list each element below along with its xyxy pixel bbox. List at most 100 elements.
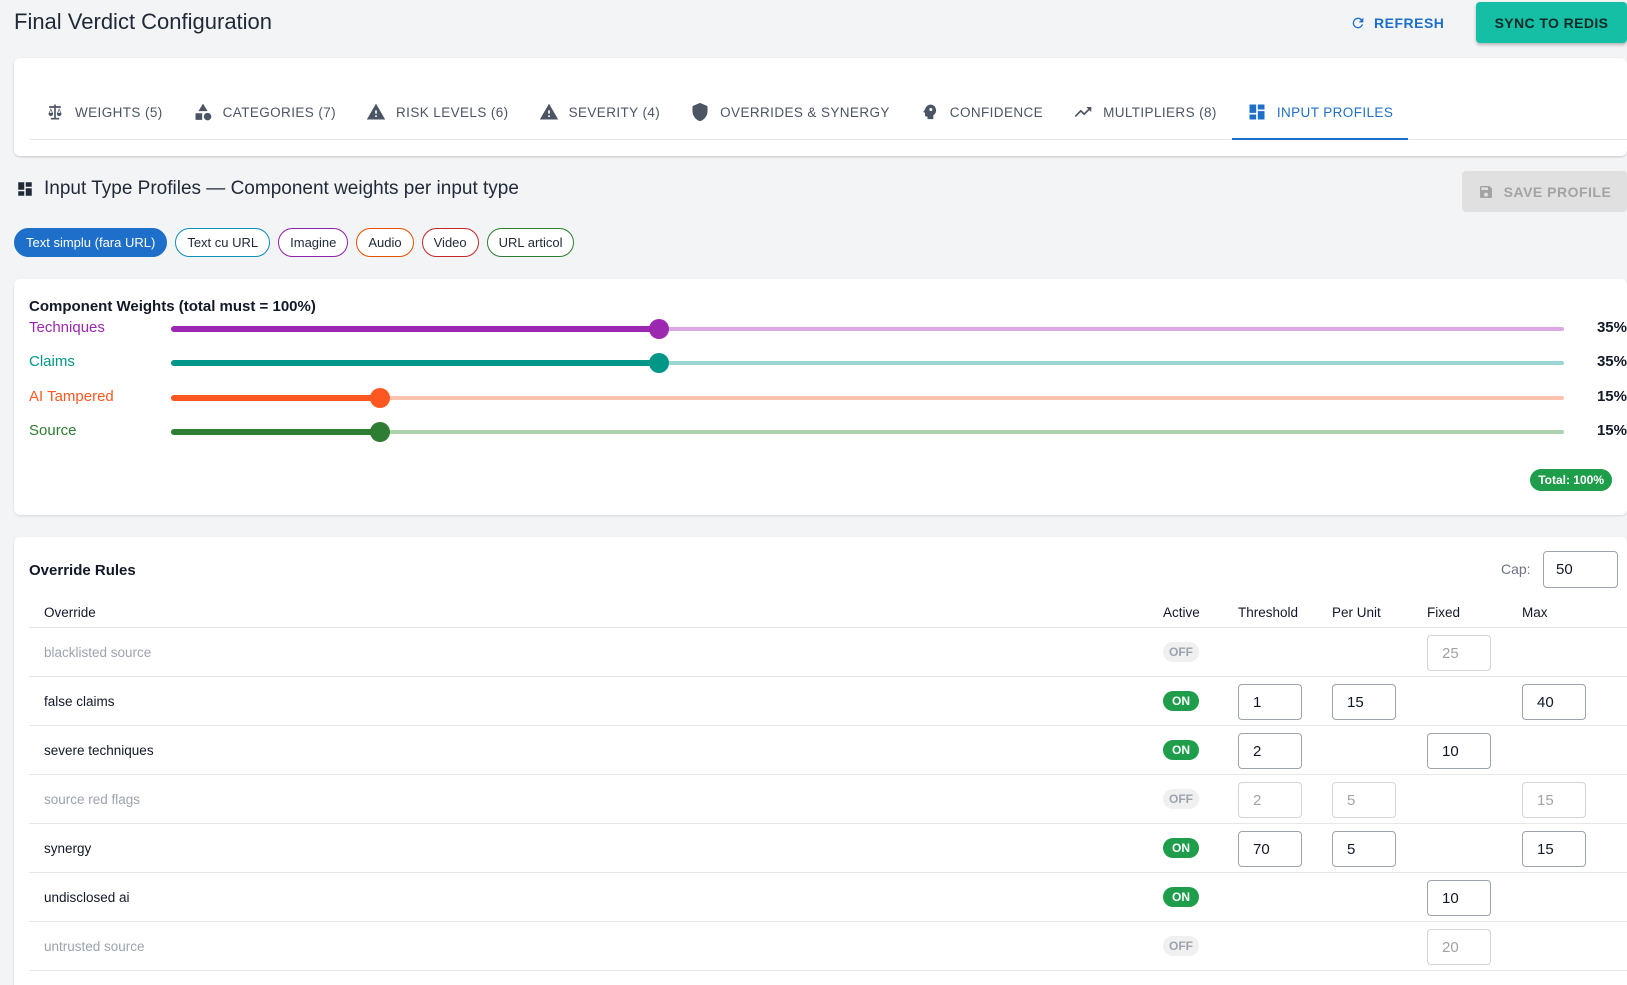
override-name: severe techniques <box>44 743 154 758</box>
slider-fill <box>171 429 380 435</box>
weight-slider-source[interactable] <box>171 422 1564 442</box>
weight-label: Claims <box>29 353 75 370</box>
slider-thumb[interactable] <box>369 388 390 408</box>
dashboard-icon <box>18 182 32 196</box>
max-input[interactable] <box>1522 782 1586 818</box>
profile-chip-imagine[interactable]: Imagine <box>278 228 349 257</box>
col-override: Override <box>44 605 96 620</box>
table-row: synergy ON <box>29 824 1627 873</box>
active-toggle[interactable]: ON <box>1163 740 1199 760</box>
per-unit-input[interactable] <box>1332 684 1396 720</box>
weight-slider-techniques[interactable] <box>171 319 1564 339</box>
sync-to-redis-button[interactable]: SYNC TO REDIS <box>1476 2 1627 43</box>
override-name: false claims <box>44 694 115 709</box>
section-title: Input Type Profiles — Component weights … <box>44 178 519 199</box>
active-toggle[interactable]: ON <box>1163 838 1199 858</box>
tab-risk-levels[interactable]: RISK LEVELS (6) <box>351 86 524 138</box>
total-badge: Total: 100% <box>1530 469 1612 491</box>
slider-thumb[interactable] <box>648 353 669 373</box>
active-toggle[interactable]: OFF <box>1163 642 1199 662</box>
weight-value: 35% <box>1596 353 1627 370</box>
slider-fill <box>171 360 659 366</box>
profile-chip-url-articol[interactable]: URL articol <box>486 228 575 257</box>
profile-chips: Text simplu (fara URL) Text cu URL Imagi… <box>14 228 575 257</box>
weight-row-techniques: Techniques 35% <box>29 317 1627 341</box>
warning-icon <box>366 103 386 120</box>
psychology-icon <box>923 104 936 120</box>
tab-input-profiles[interactable]: INPUT PROFILES <box>1231 86 1409 140</box>
max-input[interactable] <box>1522 684 1586 720</box>
override-name: undisclosed ai <box>44 890 130 905</box>
top-bar: Final Verdict Configuration REFRESH SYNC… <box>0 0 1627 44</box>
weight-slider-ai-tampered[interactable] <box>171 388 1564 408</box>
table-row: blacklisted source OFF <box>29 628 1627 677</box>
profile-chip-text-cu-url[interactable]: Text cu URL <box>175 228 271 257</box>
weight-label: Techniques <box>29 319 105 336</box>
scale-icon <box>48 104 62 120</box>
tabs-card: WEIGHTS (5) CATEGORIES (7) RISK LEVELS (… <box>14 58 1627 156</box>
per-unit-input[interactable] <box>1332 782 1396 818</box>
component-weights-card: Component Weights (total must = 100%) Te… <box>14 279 1627 515</box>
tab-multipliers[interactable]: MULTIPLIERS (8) <box>1058 86 1232 138</box>
threshold-input[interactable] <box>1238 684 1302 720</box>
weight-row-claims: Claims 35% <box>29 351 1627 375</box>
profile-chip-text-simplu[interactable]: Text simplu (fara URL) <box>14 228 168 257</box>
slider-fill <box>171 326 659 332</box>
table-header: Override Active Threshold Per Unit Fixed… <box>29 595 1627 628</box>
slider-thumb[interactable] <box>369 422 390 442</box>
shapes-icon <box>195 103 211 121</box>
col-fixed: Fixed <box>1427 605 1461 620</box>
per-unit-input[interactable] <box>1332 831 1396 867</box>
profile-chip-audio[interactable]: Audio <box>356 228 414 257</box>
refresh-button[interactable]: REFRESH <box>1350 10 1444 36</box>
fixed-input[interactable] <box>1427 733 1491 769</box>
fixed-input[interactable] <box>1427 929 1491 965</box>
col-active: Active <box>1163 605 1200 620</box>
threshold-input[interactable] <box>1238 831 1302 867</box>
refresh-icon <box>1352 17 1364 29</box>
fixed-input[interactable] <box>1427 880 1491 916</box>
tab-label: CATEGORIES (7) <box>222 104 337 120</box>
weight-row-ai-tampered: AI Tampered 15% <box>29 386 1627 410</box>
table-row: severe techniques ON <box>29 726 1627 775</box>
tab-categories[interactable]: CATEGORIES (7) <box>178 86 351 138</box>
weight-slider-claims[interactable] <box>171 353 1564 373</box>
cap-label: Cap: <box>1501 561 1531 577</box>
fixed-input[interactable] <box>1427 635 1491 671</box>
save-profile-button[interactable]: SAVE PROFILE <box>1462 171 1627 212</box>
component-weights-title: Component Weights (total must = 100%) <box>29 298 316 315</box>
active-toggle[interactable]: OFF <box>1163 789 1199 809</box>
max-input[interactable] <box>1522 831 1586 867</box>
tab-severity[interactable]: SEVERITY (4) <box>524 86 676 138</box>
threshold-input[interactable] <box>1238 733 1302 769</box>
weight-label: AI Tampered <box>29 388 114 405</box>
section-header: Input Type Profiles — Component weights … <box>16 178 519 200</box>
warning-icon <box>539 103 558 120</box>
weight-value: 35% <box>1596 319 1627 336</box>
tab-confidence[interactable]: CONFIDENCE <box>905 86 1058 138</box>
override-rules-card: Override Rules Cap: Override Active Thre… <box>14 537 1627 985</box>
trending-up-icon <box>1074 107 1092 117</box>
weight-value: 15% <box>1596 422 1627 439</box>
save-profile-label: SAVE PROFILE <box>1503 183 1612 200</box>
slider-thumb[interactable] <box>648 319 669 339</box>
tab-label: OVERRIDES & SYNERGY <box>720 104 890 120</box>
table-row: false claims ON <box>29 677 1627 726</box>
tab-label: SEVERITY (4) <box>568 104 661 120</box>
tab-label: INPUT PROFILES <box>1276 104 1394 120</box>
active-toggle[interactable]: OFF <box>1163 936 1199 956</box>
override-name: source red flags <box>44 792 141 807</box>
cap-input[interactable] <box>1543 551 1618 588</box>
override-name: blacklisted source <box>44 645 152 660</box>
tab-weights[interactable]: WEIGHTS (5) <box>30 86 178 138</box>
weight-label: Source <box>29 422 77 439</box>
profile-chip-video[interactable]: Video <box>421 228 479 257</box>
active-toggle[interactable]: ON <box>1163 887 1199 907</box>
col-per-unit: Per Unit <box>1332 605 1381 620</box>
save-icon <box>1479 185 1492 198</box>
tab-label: WEIGHTS (5) <box>75 104 163 120</box>
active-toggle[interactable]: ON <box>1163 691 1199 711</box>
tab-overrides-synergy[interactable]: OVERRIDES & SYNERGY <box>675 86 905 138</box>
threshold-input[interactable] <box>1238 782 1302 818</box>
col-max: Max <box>1522 605 1548 620</box>
